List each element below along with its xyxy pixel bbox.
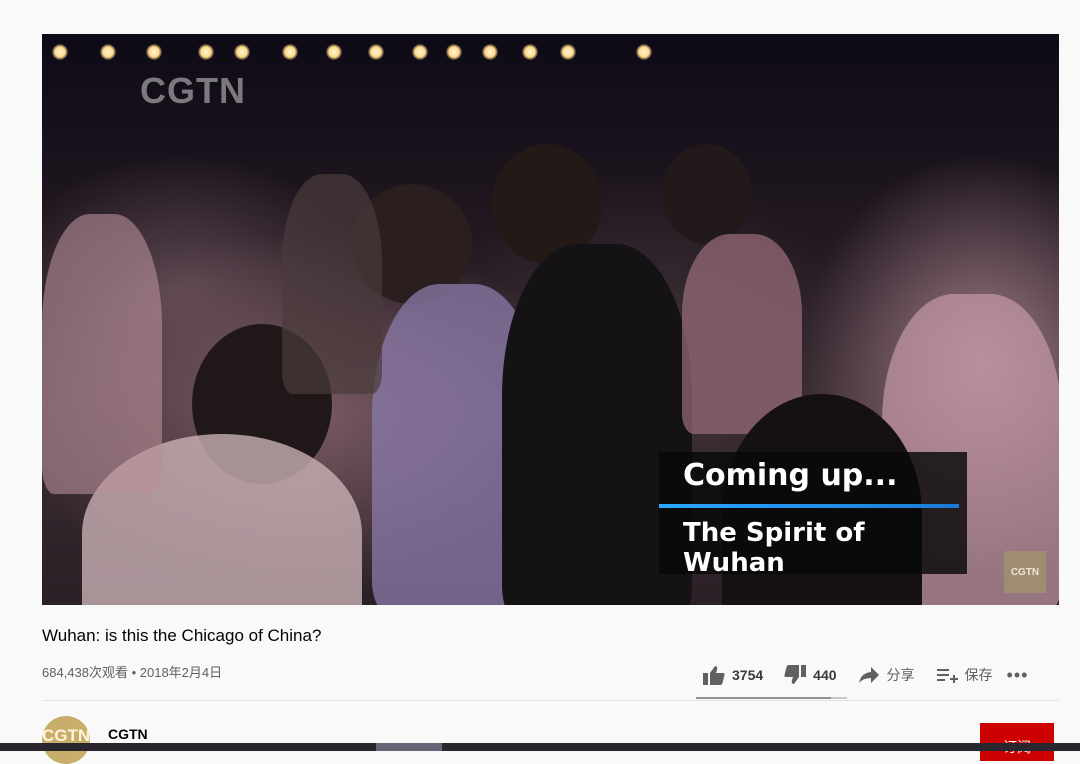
corner-logo: CGTN bbox=[1004, 551, 1046, 593]
share-label: 分享 bbox=[886, 667, 915, 683]
like-count: 3754 bbox=[732, 667, 764, 683]
bottom-bar-highlight bbox=[376, 743, 442, 751]
channel-avatar[interactable]: CGTN bbox=[42, 716, 90, 764]
like-ratio-bar bbox=[696, 697, 847, 699]
playlist-add-icon bbox=[936, 669, 958, 683]
dislike-count: 440 bbox=[813, 667, 837, 683]
bottom-bar bbox=[0, 743, 1080, 751]
video-player[interactable]: CGTN Coming up... The Spirit of Wuhan CG… bbox=[42, 34, 1059, 605]
more-actions-button[interactable]: ••• bbox=[1007, 665, 1029, 686]
save-label: 保存 bbox=[964, 667, 993, 683]
like-button[interactable]: 3754 bbox=[702, 664, 763, 686]
lower-third-caption: Coming up... The Spirit of Wuhan bbox=[659, 452, 967, 578]
share-button[interactable]: 分享 bbox=[857, 665, 915, 685]
save-button[interactable]: 保存 bbox=[935, 665, 993, 685]
channel-name[interactable]: CGTN bbox=[108, 726, 148, 742]
video-title: Wuhan: is this the Chicago of China? bbox=[42, 626, 322, 645]
view-count-date: 684,438次观看 • 2018年2月4日 bbox=[42, 665, 223, 680]
thumbs-down-icon bbox=[784, 665, 807, 684]
share-arrow-icon bbox=[858, 667, 879, 683]
lower-third-accent-bar bbox=[659, 504, 959, 508]
action-bar: 3754 440 分享 保存 ••• bbox=[702, 662, 1028, 688]
watch-page: CGTN Coming up... The Spirit of Wuhan CG… bbox=[0, 10, 1080, 764]
thumbs-up-icon bbox=[703, 666, 725, 685]
section-divider bbox=[42, 700, 1059, 701]
channel-watermark: CGTN bbox=[140, 70, 246, 111]
like-ratio-fill bbox=[696, 697, 832, 699]
lower-third-subheading: The Spirit of Wuhan bbox=[683, 518, 865, 578]
subscribe-button[interactable]: 订阅 bbox=[980, 723, 1054, 761]
dislike-button[interactable]: 440 bbox=[783, 664, 837, 686]
lower-third-heading: Coming up... bbox=[683, 458, 898, 493]
